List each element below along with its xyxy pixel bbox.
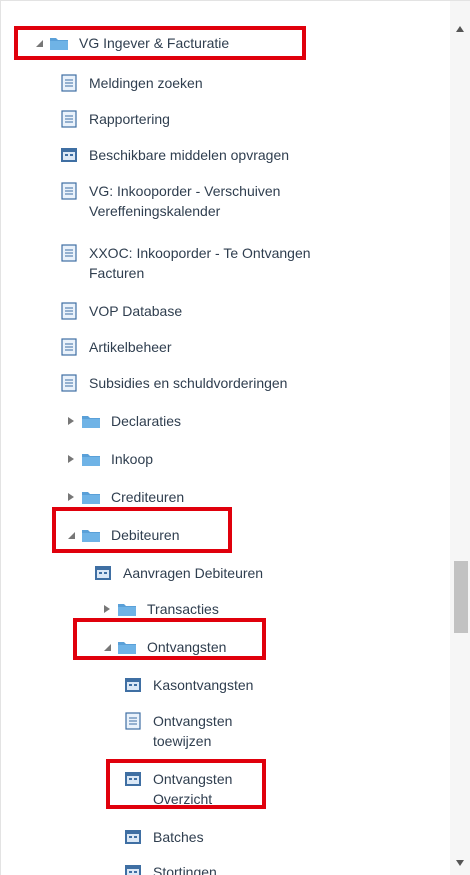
tree-item-label: Batches [153,829,204,845]
form-window-icon [123,827,143,847]
tree-item-label: XXOC: Inkooporder - Te Ontvangen Facture… [89,245,311,281]
collapsed-triangle-icon[interactable] [65,449,77,469]
document-icon [59,109,79,129]
tree-node-label: VG Ingever & Facturatie [79,35,230,51]
folder-icon [81,525,101,545]
tree-node-vg-ingever-facturatie[interactable]: VG Ingever & Facturatie [33,33,229,53]
vertical-scrollbar[interactable] [450,1,470,875]
tree-item-label: Aanvragen Debiteuren [123,565,264,581]
collapsed-triangle-icon[interactable] [65,411,77,431]
scroll-thumb[interactable] [454,561,468,633]
folder-icon [81,411,101,431]
tree-node-label: Declaraties [111,413,182,429]
form-window-icon [123,862,143,875]
tree-item-aanvragen-debiteuren[interactable]: Aanvragen Debiteuren [93,563,263,583]
tree-item-beschikbare-middelen-opvragen[interactable]: Beschikbare middelen opvragen [59,145,289,165]
tree-item-ontvangsten-overzicht[interactable]: Ontvangsten Overzicht [123,769,263,809]
tree-item-label: VOP Database [89,303,183,319]
collapsed-triangle-icon[interactable] [65,487,77,507]
tree-node-transacties[interactable]: Transacties [101,599,219,619]
document-icon [59,301,79,321]
tree-node-label: Crediteuren [111,489,185,505]
document-icon [123,711,143,731]
tree-item-rapportering[interactable]: Rapportering [59,109,170,129]
tree-item-vop-database[interactable]: VOP Database [59,301,182,321]
document-icon [59,373,79,393]
tree-item-stortingen[interactable]: Stortingen [123,862,217,875]
expanded-triangle-icon[interactable] [101,637,113,657]
tree-item-label: Stortingen [153,864,217,875]
tree-node-label: Ontvangsten [147,639,227,655]
tree-node-crediteuren[interactable]: Crediteuren [65,487,184,507]
folder-icon [49,33,69,53]
tree-item-label: VG: Inkooporder - Verschuiven Vereffenin… [89,183,281,219]
form-window-icon [123,675,143,695]
tree-item-kasontvangsten[interactable]: Kasontvangsten [123,675,253,695]
document-icon [59,73,79,93]
tree-item-label: Meldingen zoeken [89,75,203,91]
tree-node-label: Inkoop [111,451,154,467]
form-window-icon [93,563,113,583]
tree-node-label: Transacties [147,601,219,617]
scroll-up-arrow-icon[interactable] [450,19,470,39]
document-icon [59,337,79,357]
tree-item-label: Artikelbeheer [89,339,172,355]
tree-item-xxoc-inkooporder[interactable]: XXOC: Inkooporder - Te Ontvangen Facture… [59,243,359,283]
tree-node-ontvangsten[interactable]: Ontvangsten [101,637,226,657]
form-window-icon [123,769,143,789]
tree-item-ontvangsten-toewijzen[interactable]: Ontvangsten toewijzen [123,711,263,751]
tree-item-artikelbeheer[interactable]: Artikelbeheer [59,337,172,357]
scroll-down-arrow-icon[interactable] [450,853,470,873]
tree-item-label: Ontvangsten Overzicht [153,771,233,807]
folder-icon [81,487,101,507]
tree-item-label: Rapportering [89,111,170,127]
tree-node-inkoop[interactable]: Inkoop [65,449,153,469]
folder-icon [117,599,137,619]
tree-node-label: Debiteuren [111,527,180,543]
tree-item-subsidies-en-schuldvorderingen[interactable]: Subsidies en schuldvorderingen [59,373,287,393]
expanded-triangle-icon[interactable] [65,525,77,545]
tree-item-label: Ontvangsten toewijzen [153,713,233,749]
tree-item-meldingen-zoeken[interactable]: Meldingen zoeken [59,73,203,93]
folder-icon [81,449,101,469]
tree-item-label: Beschikbare middelen opvragen [89,147,290,163]
tree-node-declaraties[interactable]: Declaraties [65,411,181,431]
tree-node-debiteuren[interactable]: Debiteuren [65,525,180,545]
expanded-triangle-icon[interactable] [33,33,45,53]
tree-item-batches[interactable]: Batches [123,827,204,847]
document-icon [59,243,79,263]
tree-item-label: Subsidies en schuldvorderingen [89,375,288,391]
document-icon [59,181,79,201]
folder-icon [117,637,137,657]
navigation-tree-panel: VG Ingever & Facturatie Meldingen zoeken… [0,0,470,875]
form-window-icon [59,145,79,165]
collapsed-triangle-icon[interactable] [101,599,113,619]
tree-item-label: Kasontvangsten [153,677,254,693]
tree-item-vg-inkooporder-verschuiven[interactable]: VG: Inkooporder - Verschuiven Vereffenin… [59,181,359,221]
